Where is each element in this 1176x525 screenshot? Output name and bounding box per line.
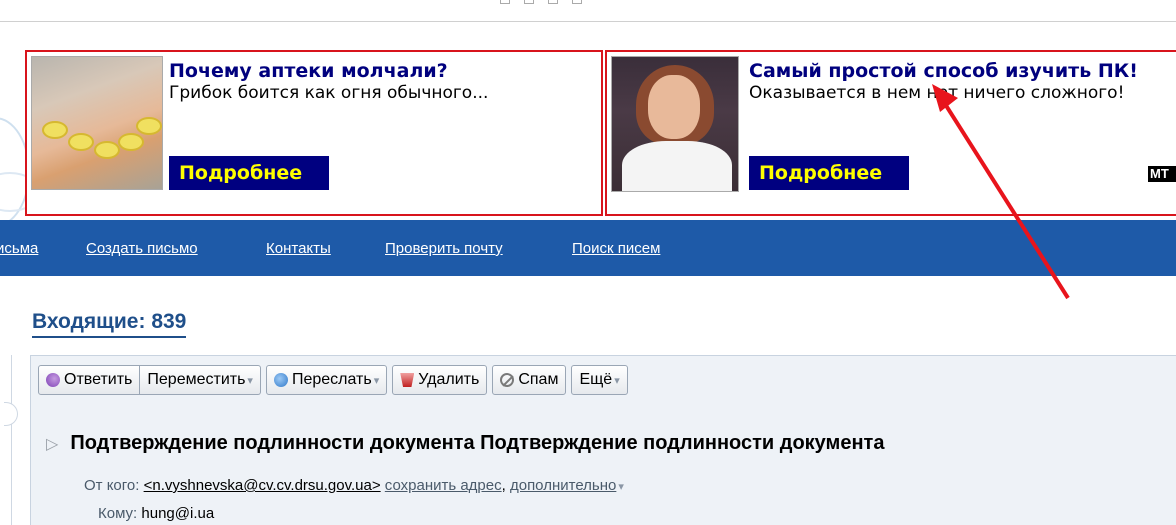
delete-button[interactable]: Удалить <box>392 365 488 395</box>
ad-more-button[interactable]: Подробнее <box>749 156 909 190</box>
nav-item-check-mail[interactable]: Проверить почту <box>385 240 503 257</box>
flag-icon[interactable]: ▷ <box>46 434 58 454</box>
nav-item-search-mail[interactable]: Поиск писем <box>572 240 660 257</box>
ad-photo-detail <box>622 141 732 191</box>
top-strip <box>0 0 1176 22</box>
to-label: Кому: <box>98 505 138 522</box>
move-button[interactable]: Переместить ▾ <box>140 365 261 395</box>
comma-separator: , <box>501 477 506 494</box>
ad-photo-woman[interactable] <box>611 56 739 192</box>
ad-photo-detail <box>68 133 94 151</box>
chevron-down-icon: ▾ <box>247 374 253 387</box>
top-icons <box>500 0 700 6</box>
message-from-row: От кого: <n.vyshnevska@cv.cv.drsu.gov.ua… <box>84 477 624 494</box>
recipient-address: hung@i.ua <box>141 505 215 522</box>
reply-move-group: Ответить Переместить ▾ <box>38 365 261 397</box>
chevron-down-icon: ▾ <box>373 374 380 387</box>
spam-icon <box>500 373 515 387</box>
more-actions-label: Ещё <box>579 371 613 388</box>
ad-more-button[interactable]: Подробнее <box>169 156 329 190</box>
ad-photo-detail <box>118 133 144 151</box>
spam-button[interactable]: Спам <box>492 365 567 395</box>
toolbar-glyph-icon <box>524 0 534 4</box>
spam-button-label: Спам <box>518 371 559 388</box>
ad-block-fungus[interactable]: Почему аптеки молчали? Грибок боится как… <box>25 50 603 216</box>
message-toolbar: Ответить Переместить ▾ Переслать ▾ Удали… <box>38 365 628 397</box>
toolbar-glyph-icon <box>500 0 510 4</box>
more-actions-button[interactable]: Ещё ▾ <box>571 365 628 395</box>
left-column-edge <box>0 355 12 525</box>
ad-description[interactable]: Оказывается в нем нет ничего сложного! <box>749 82 1176 104</box>
message-subject-text: Подтверждение подлинности документа Подт… <box>70 432 885 454</box>
message-subject: ▷ Подтверждение подлинности документа По… <box>46 432 884 455</box>
page-title[interactable]: Входящие: 839 <box>32 310 187 338</box>
delete-button-label: Удалить <box>418 371 480 388</box>
chevron-down-icon[interactable]: ▾ <box>618 480 624 493</box>
trash-icon <box>400 373 415 387</box>
ad-headline[interactable]: Почему аптеки молчали? <box>169 60 595 82</box>
toolbar-glyph-icon <box>548 0 558 4</box>
ad-photo-detail <box>648 75 700 139</box>
reply-icon <box>46 373 60 387</box>
sender-email-link[interactable]: <n.vyshnevska@cv.cv.drsu.gov.ua> <box>144 477 381 494</box>
reply-button-label: Ответить <box>64 371 133 388</box>
from-label: От кого: <box>84 477 140 494</box>
nav-item-letters[interactable]: исьма <box>0 240 38 257</box>
ad-description[interactable]: Грибок боится как огня обычного... <box>169 82 595 104</box>
message-to-row: Кому: hung@i.ua <box>98 505 214 522</box>
ad-block-pc[interactable]: Самый простой способ изучить ПК! Оказыва… <box>605 50 1176 216</box>
ad-network-badge[interactable]: MT <box>1148 166 1176 182</box>
main-nav-bar: исьма Создать письмо Контакты Проверить … <box>0 220 1176 276</box>
ad-photo-detail <box>136 117 162 135</box>
forward-button[interactable]: Переслать ▾ <box>265 365 388 395</box>
move-button-label: Переместить <box>147 371 246 388</box>
save-address-link[interactable]: сохранить адрес <box>385 477 502 494</box>
forward-icon <box>273 373 288 387</box>
more-details-link[interactable]: дополнительно <box>510 477 616 494</box>
left-panel-toggle[interactable] <box>4 402 18 426</box>
reply-button[interactable]: Ответить <box>38 365 141 395</box>
chevron-down-icon: ▾ <box>614 374 620 387</box>
ad-headline[interactable]: Самый простой способ изучить ПК! <box>749 60 1176 82</box>
toolbar-glyph-icon <box>572 0 582 4</box>
forward-button-label: Переслать <box>291 371 372 388</box>
ad-photo-detail <box>42 121 68 139</box>
nav-item-contacts[interactable]: Контакты <box>266 240 331 257</box>
ad-photo-detail <box>94 141 120 159</box>
ad-photo-feet[interactable] <box>31 56 163 190</box>
nav-item-compose[interactable]: Создать письмо <box>86 240 198 257</box>
